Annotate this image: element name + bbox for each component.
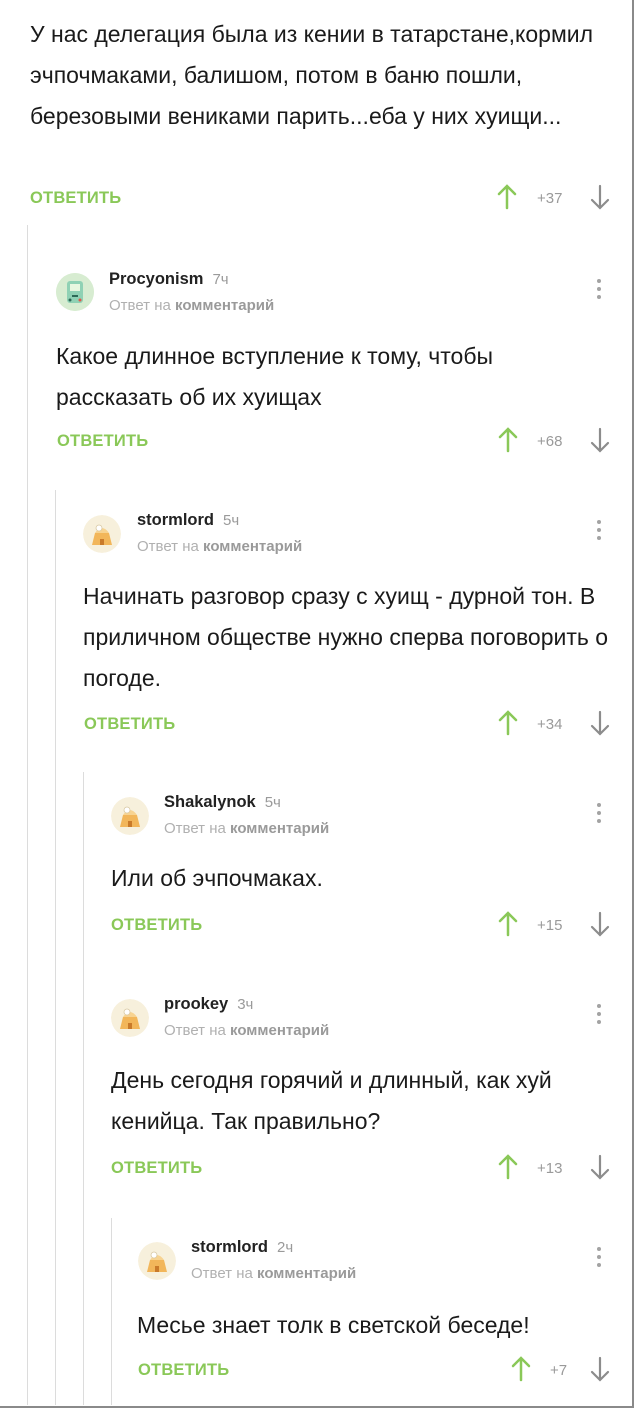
arrow-up-icon — [511, 1356, 531, 1382]
avatar[interactable] — [83, 515, 121, 553]
comment: Или об эчпочмаках. — [111, 858, 616, 899]
vote-count: +68 — [537, 433, 563, 450]
author-name[interactable]: stormlord — [137, 511, 214, 529]
thread-line[interactable] — [111, 1218, 112, 1405]
comment-header: stormlord 2ч — [191, 1238, 293, 1257]
reply-to: Ответ на комментарий — [191, 1265, 356, 1282]
avatar[interactable] — [111, 797, 149, 835]
upvote-button[interactable] — [497, 1154, 519, 1185]
reply-to: Ответ на комментарий — [137, 538, 302, 555]
vote-count: +37 — [537, 190, 563, 207]
comment-text: Или об эчпочмаках. — [111, 865, 323, 891]
screenshot-frame — [0, 0, 634, 1408]
comment: День сегодня горячий и длинный, как хуй … — [111, 1060, 616, 1142]
downvote-button[interactable] — [589, 710, 611, 741]
arrow-down-icon — [590, 911, 610, 937]
reply-button[interactable]: ОТВЕТИТЬ — [111, 1159, 202, 1178]
arrow-down-icon — [590, 710, 610, 736]
author-name[interactable]: stormlord — [191, 1238, 268, 1256]
avatar[interactable] — [111, 999, 149, 1037]
reply-to-prefix: Ответ на — [164, 1022, 226, 1039]
comment-text: Месье знает толк в светской беседе! — [137, 1312, 530, 1338]
parent-comment-link[interactable]: комментарий — [257, 1265, 356, 1282]
downvote-button[interactable] — [589, 184, 611, 215]
comment-header: Procyonism 7ч — [109, 270, 229, 289]
parent-comment-link[interactable]: комментарий — [230, 1022, 329, 1039]
default-avatar-icon — [138, 1242, 176, 1280]
robot-avatar-icon — [56, 273, 94, 311]
avatar[interactable] — [138, 1242, 176, 1280]
downvote-button[interactable] — [589, 1356, 611, 1387]
thread-line[interactable] — [27, 225, 28, 1405]
upvote-button[interactable] — [496, 184, 518, 215]
parent-comment-link[interactable]: комментарий — [203, 538, 302, 555]
downvote-button[interactable] — [589, 911, 611, 942]
more-options-icon[interactable] — [597, 1247, 601, 1271]
arrow-down-icon — [590, 427, 610, 453]
upvote-button[interactable] — [497, 427, 519, 458]
reply-to-prefix: Ответ на — [137, 538, 199, 555]
comment-header: Shakalynok 5ч — [164, 793, 281, 812]
comment: У нас делегация была из кении в татарста… — [30, 14, 615, 137]
comment-time: 3ч — [237, 996, 254, 1013]
upvote-button[interactable] — [497, 710, 519, 741]
reply-button[interactable]: ОТВЕТИТЬ — [57, 432, 148, 451]
comment-time: 7ч — [212, 271, 229, 288]
reply-to: Ответ на комментарий — [164, 820, 329, 837]
arrow-up-icon — [498, 1154, 518, 1180]
reply-to-prefix: Ответ на — [191, 1265, 253, 1282]
upvote-button[interactable] — [510, 1356, 532, 1387]
author-name[interactable]: Shakalynok — [164, 793, 256, 811]
arrow-down-icon — [590, 1154, 610, 1180]
vote-count: +13 — [537, 1160, 563, 1177]
default-avatar-icon — [111, 797, 149, 835]
vote-count: +7 — [550, 1362, 568, 1379]
more-options-icon[interactable] — [597, 803, 601, 827]
vote-count: +34 — [537, 716, 563, 733]
comment-text: У нас делегация была из кении в татарста… — [30, 21, 594, 129]
comment-header: prookey 3ч — [164, 995, 253, 1014]
reply-to-prefix: Ответ на — [109, 297, 171, 314]
comment-header: stormlord 5ч — [137, 511, 239, 530]
parent-comment-link[interactable]: комментарий — [230, 820, 329, 837]
reply-to-prefix: Ответ на — [164, 820, 226, 837]
author-name[interactable]: Procyonism — [109, 270, 203, 288]
arrow-up-icon — [498, 911, 518, 937]
comment-time: 5ч — [264, 794, 281, 811]
thread-line[interactable] — [55, 490, 56, 1405]
comment-time: 5ч — [223, 512, 240, 529]
reply-to: Ответ на комментарий — [164, 1022, 329, 1039]
arrow-down-icon — [590, 1356, 610, 1382]
more-options-icon[interactable] — [597, 279, 601, 303]
comment: Начинать разговор сразу с хуищ - дурной … — [83, 576, 618, 699]
comment: Какое длинное вступление к тому, чтобы р… — [56, 336, 611, 418]
reply-button[interactable]: ОТВЕТИТЬ — [138, 1361, 229, 1380]
avatar[interactable] — [56, 273, 94, 311]
downvote-button[interactable] — [589, 427, 611, 458]
arrow-up-icon — [498, 710, 518, 736]
more-options-icon[interactable] — [597, 520, 601, 544]
thread-line[interactable] — [83, 772, 84, 1405]
reply-to: Ответ на комментарий — [109, 297, 274, 314]
comment: Месье знает толк в светской беседе! — [137, 1305, 617, 1346]
arrow-up-icon — [498, 427, 518, 453]
default-avatar-icon — [111, 999, 149, 1037]
reply-button[interactable]: ОТВЕТИТЬ — [111, 916, 202, 935]
comment-text: Какое длинное вступление к тому, чтобы р… — [56, 343, 494, 410]
author-name[interactable]: prookey — [164, 995, 228, 1013]
arrow-up-icon — [497, 184, 517, 210]
comment-text: День сегодня горячий и длинный, как хуй … — [111, 1067, 552, 1134]
comment-time: 2ч — [277, 1239, 294, 1256]
reply-button[interactable]: ОТВЕТИТЬ — [30, 189, 121, 208]
reply-button[interactable]: ОТВЕТИТЬ — [84, 715, 175, 734]
upvote-button[interactable] — [497, 911, 519, 942]
downvote-button[interactable] — [589, 1154, 611, 1185]
comment-text: Начинать разговор сразу с хуищ - дурной … — [83, 583, 609, 691]
parent-comment-link[interactable]: комментарий — [175, 297, 274, 314]
arrow-down-icon — [590, 184, 610, 210]
more-options-icon[interactable] — [597, 1004, 601, 1028]
default-avatar-icon — [83, 515, 121, 553]
vote-count: +15 — [537, 917, 563, 934]
